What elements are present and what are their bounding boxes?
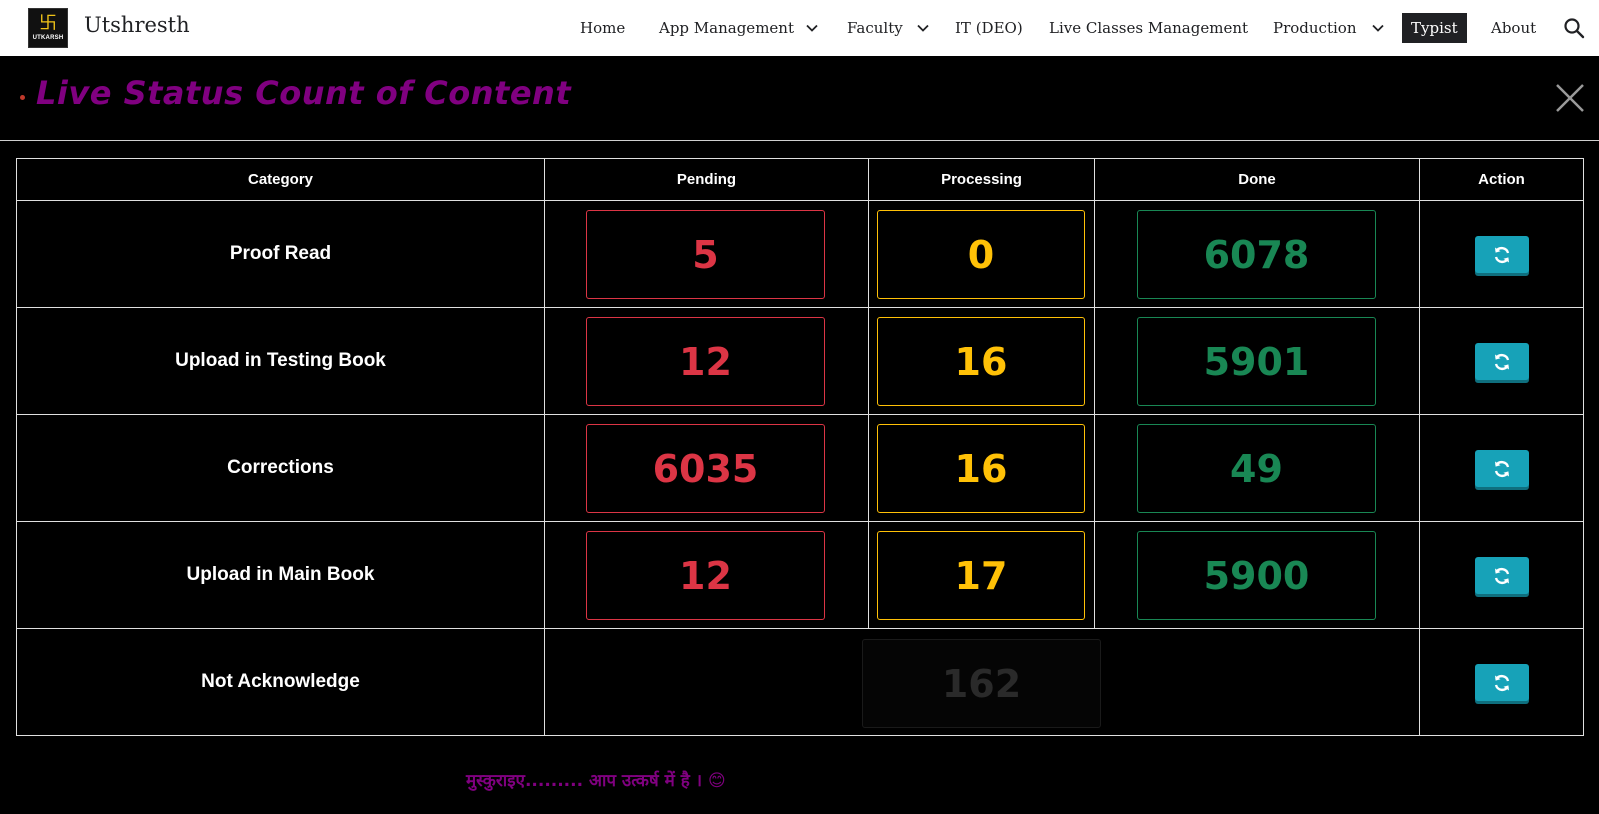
top-navbar: 卐 UTKARSH Utshresth Home App Management … xyxy=(0,0,1599,56)
category-upload-in-main-book: Upload in Main Book xyxy=(186,564,375,585)
status-table: Category Pending Processing Done Action … xyxy=(16,158,1584,736)
column-divider xyxy=(868,159,869,629)
nav-item-it-deo[interactable]: IT (DEO) xyxy=(955,16,1023,40)
pending-count: 12 xyxy=(586,531,825,620)
column-divider xyxy=(544,159,545,735)
nav-item-label: Faculty xyxy=(847,19,903,37)
column-divider xyxy=(1094,159,1095,629)
refresh-icon xyxy=(1494,674,1510,691)
refresh-icon xyxy=(1494,353,1510,370)
done-count: 49 xyxy=(1137,424,1376,513)
pending-count: 12 xyxy=(586,317,825,406)
category-corrections: Corrections xyxy=(227,457,334,478)
chevron-down-icon[interactable] xyxy=(915,20,931,36)
nav-item-label: IT (DEO) xyxy=(955,19,1023,37)
pending-count: 6035 xyxy=(586,424,825,513)
done-count: 5901 xyxy=(1137,317,1376,406)
nav-item-faculty[interactable]: Faculty xyxy=(847,16,903,40)
search-icon[interactable] xyxy=(1563,17,1585,39)
nav-item-label: Typist xyxy=(1411,19,1458,37)
nav-item-label: Live Classes Management xyxy=(1049,19,1249,37)
close-icon[interactable] xyxy=(1554,82,1586,114)
nav-item-production[interactable]: Production xyxy=(1273,16,1356,40)
site-logo[interactable]: 卐 UTKARSH xyxy=(28,8,68,48)
dialog-title: Live Status Count of Content xyxy=(36,74,572,112)
footer-message: मुस्कुराइए......... आप उत्कर्ष में है । … xyxy=(466,771,726,791)
refresh-button[interactable] xyxy=(1475,236,1529,273)
nav-item-app-management[interactable]: App Management xyxy=(659,16,794,40)
nav-item-label: Production xyxy=(1273,19,1357,37)
nav-item-label: About xyxy=(1491,19,1537,37)
processing-count: 17 xyxy=(877,531,1085,620)
column-divider xyxy=(1419,159,1420,735)
header-done: Done xyxy=(1238,171,1276,188)
refresh-button[interactable] xyxy=(1475,343,1529,380)
header-category: Category xyxy=(247,171,314,188)
processing-count: 0 xyxy=(877,210,1085,299)
refresh-button[interactable] xyxy=(1475,557,1529,594)
refresh-icon xyxy=(1494,246,1510,263)
nav-item-home[interactable]: Home xyxy=(580,16,625,40)
refresh-icon xyxy=(1494,567,1510,584)
processing-count: 16 xyxy=(877,424,1085,513)
not-acknowledge-count: 162 xyxy=(862,639,1101,728)
nav-item-label: Home xyxy=(580,19,626,37)
logo-mark: 卐 xyxy=(39,13,57,34)
pending-count: 5 xyxy=(586,210,825,299)
header-divider xyxy=(0,140,1599,141)
nav-item-typist[interactable]: Typist xyxy=(1402,13,1467,43)
refresh-button[interactable] xyxy=(1475,450,1529,487)
done-count: 5900 xyxy=(1137,531,1376,620)
done-count: 6078 xyxy=(1137,210,1376,299)
refresh-button[interactable] xyxy=(1475,664,1529,701)
nav-item-live-classes-management[interactable]: Live Classes Management xyxy=(1049,16,1248,40)
category-upload-in-testing-book: Upload in Testing Book xyxy=(175,350,386,371)
chevron-down-icon[interactable] xyxy=(1370,20,1386,36)
processing-count: 16 xyxy=(877,317,1085,406)
refresh-icon xyxy=(1494,460,1510,477)
header-action: Action xyxy=(1478,171,1525,188)
title-bullet xyxy=(20,95,25,100)
chevron-down-icon[interactable] xyxy=(804,20,820,36)
nav-item-label: App Management xyxy=(659,19,794,37)
logo-text: UTKARSH xyxy=(32,35,64,41)
category-not-acknowledge: Not Acknowledge xyxy=(201,671,360,692)
site-title[interactable]: Utshresth xyxy=(84,13,190,37)
category-proof-read: Proof Read xyxy=(229,243,332,264)
nav-item-about[interactable]: About xyxy=(1491,16,1536,40)
header-processing: Processing xyxy=(941,171,1022,188)
header-pending: Pending xyxy=(676,171,737,188)
